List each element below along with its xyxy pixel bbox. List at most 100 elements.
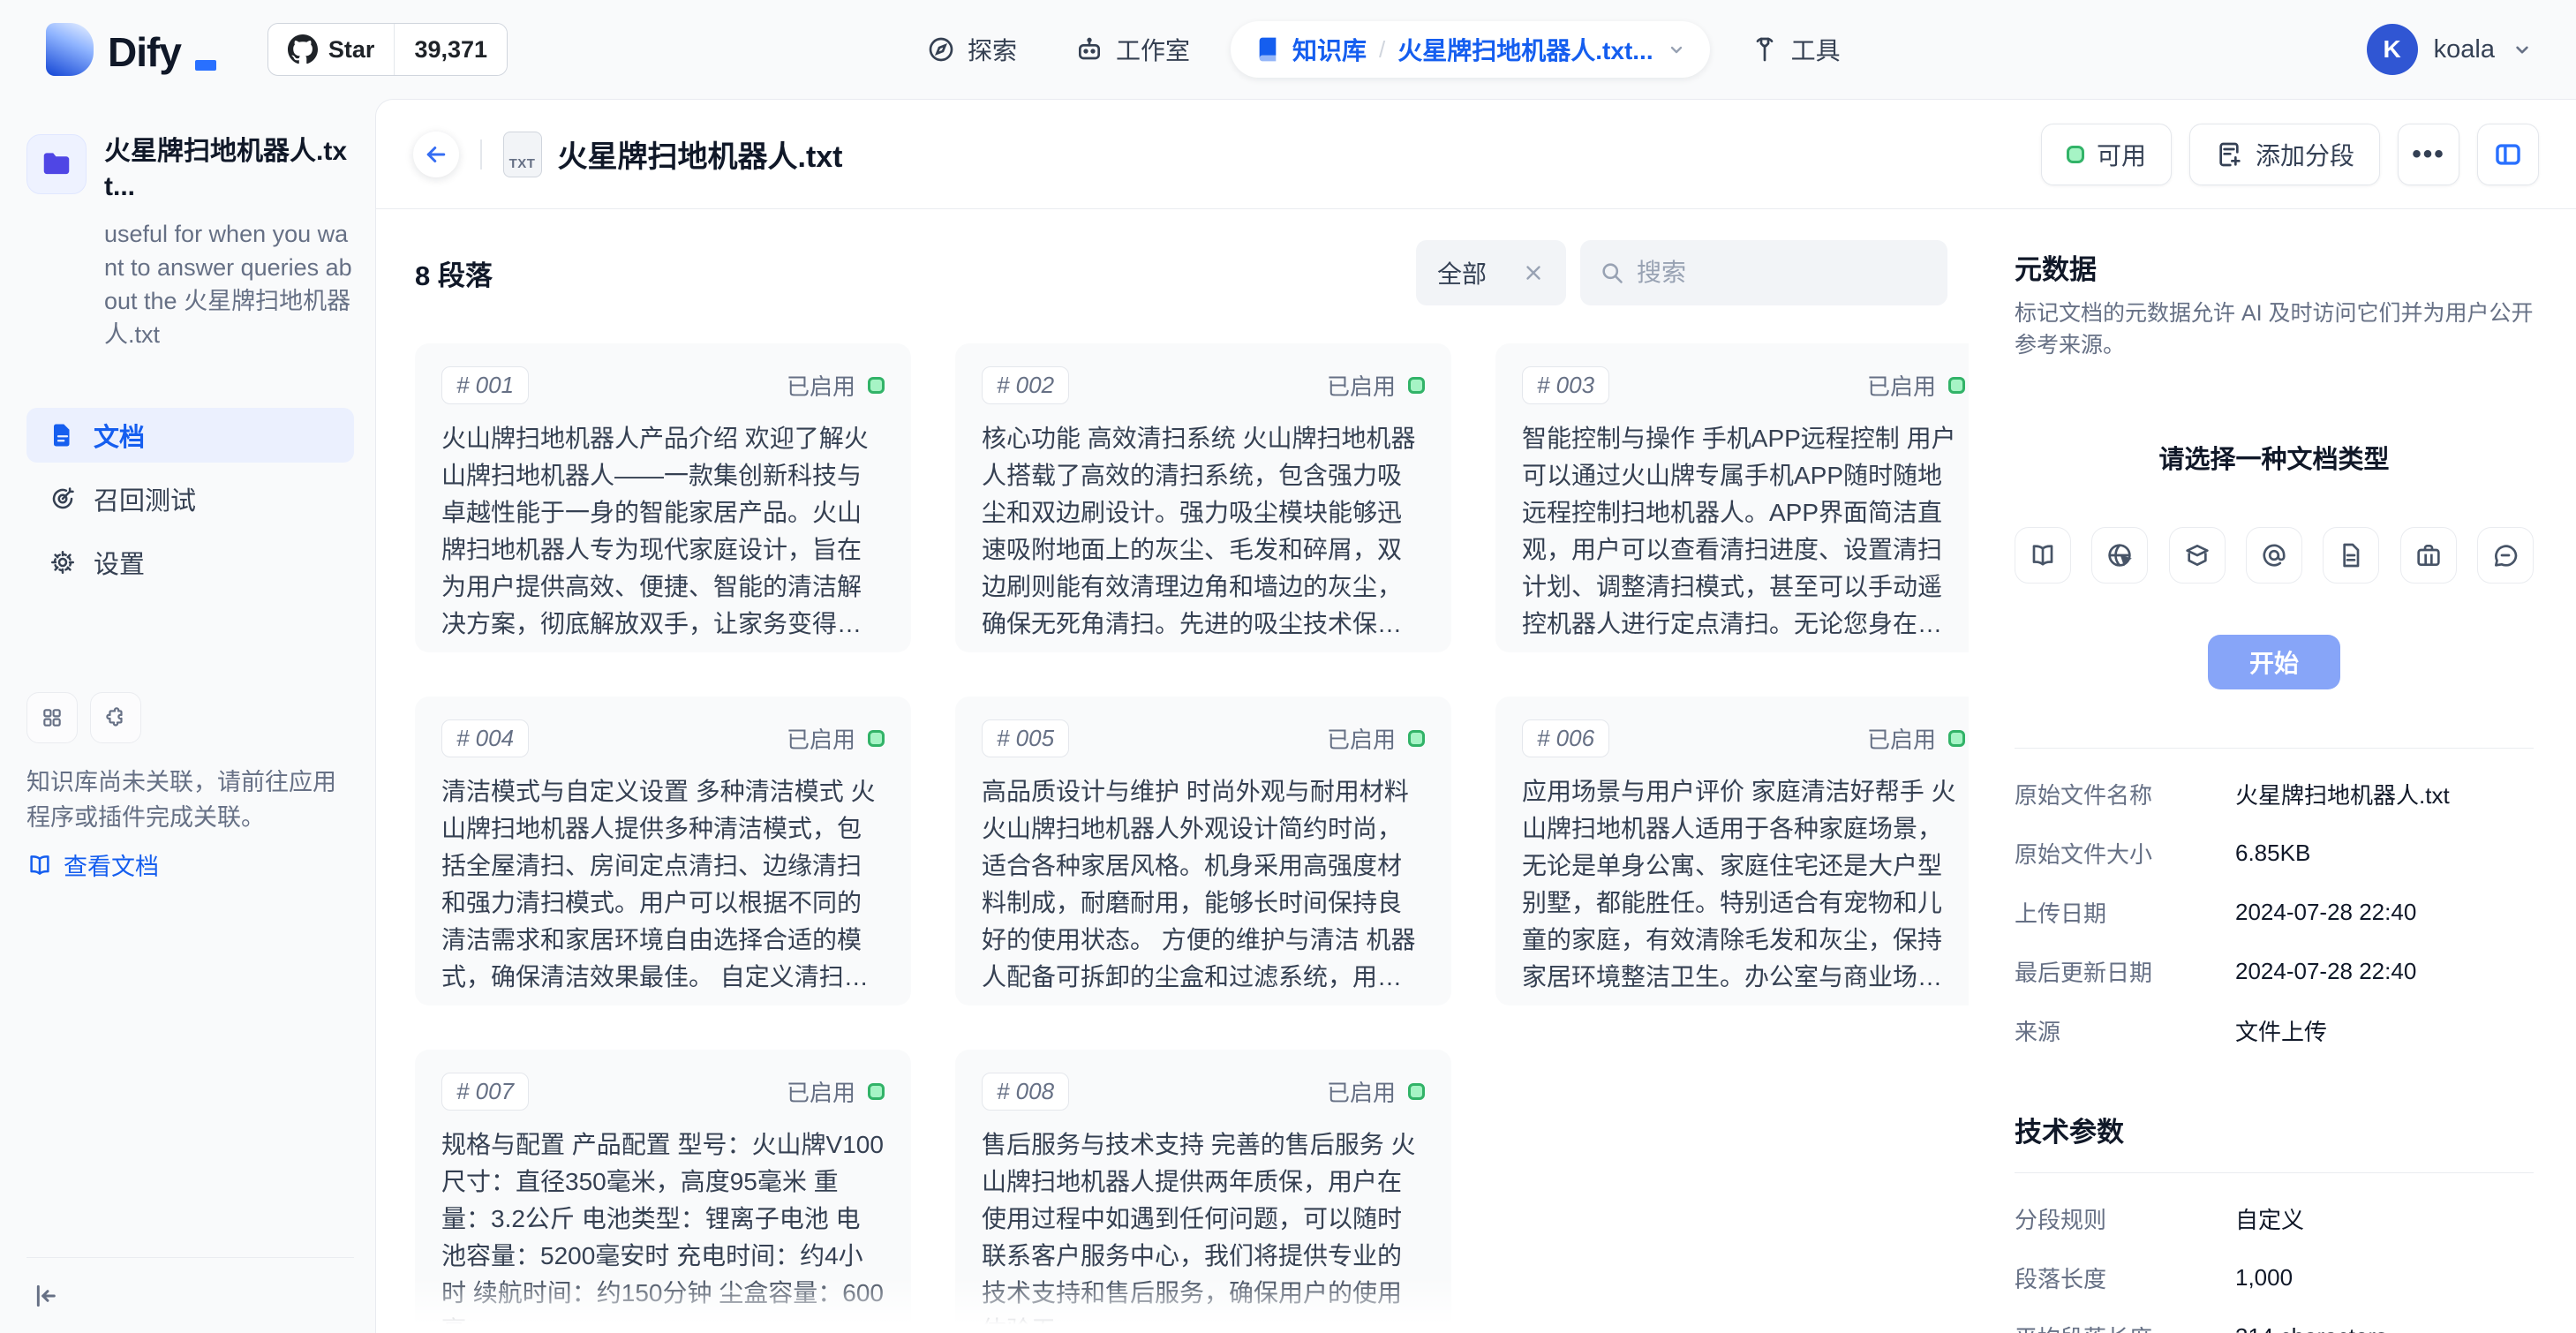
sidebar-item-label: 设置 [94, 544, 145, 581]
doc-type-education-icon[interactable] [2169, 527, 2226, 584]
segment-card-grid: # 001 已启用 火山牌扫地机器人产品介绍 欢迎了解火山牌扫地机器人——一款集… [415, 343, 1992, 1333]
segment-enabled-toggle[interactable] [1948, 730, 1965, 747]
sidebar-item-label: 文档 [94, 417, 145, 454]
clear-filter-icon[interactable] [1522, 261, 1545, 284]
segment-card[interactable]: # 006 已启用 应用场景与用户评价 家庭清洁好帮手 火山牌扫地机器人适用于各… [1495, 697, 1992, 1005]
segment-status-label: 已启用 [1327, 369, 1396, 402]
meta-value: 2024-07-28 22:40 [2235, 899, 2416, 926]
sidebar-nav: 文档 召回测试 设置 [26, 408, 354, 590]
start-button[interactable]: 开始 [2208, 635, 2340, 689]
meta-value: 314 characters [2235, 1323, 2387, 1333]
segment-enabled-toggle[interactable] [1408, 1083, 1425, 1100]
sidebar-item-settings[interactable]: 设置 [26, 535, 354, 590]
robot-icon [1075, 35, 1103, 64]
segment-card[interactable]: # 001 已启用 火山牌扫地机器人产品介绍 欢迎了解火山牌扫地机器人——一款集… [415, 343, 911, 652]
segment-search[interactable] [1580, 240, 1947, 305]
doc-type-book-icon[interactable] [2015, 527, 2071, 584]
meta-value: 1,000 [2235, 1264, 2293, 1292]
avatar: K [2367, 24, 2418, 75]
apps-grid-icon-button[interactable] [26, 692, 78, 743]
status-green-dot [2067, 146, 2084, 163]
user-menu[interactable]: K koala [2367, 24, 2534, 75]
dify-logo-underscore [195, 60, 216, 71]
meta-row-segment-length: 段落长度 1,000 [2015, 1248, 2534, 1307]
doc-type-at-icon[interactable] [2246, 527, 2302, 584]
metadata-panel: 元数据 标记文档的元数据允许 AI 及时访问它们并为用户公开参考来源。 请选择一… [1969, 210, 2576, 1333]
doc-type-briefcase-icon[interactable] [2400, 527, 2457, 584]
segment-enabled-toggle[interactable] [1408, 730, 1425, 747]
dify-logo[interactable]: Dify [46, 23, 216, 76]
status-available-button[interactable]: 可用 [2041, 124, 2172, 185]
segment-number-badge: # 006 [1522, 719, 1609, 757]
meta-row-original-filesize: 原始文件大小 6.85KB [2015, 824, 2534, 883]
explore-icon [927, 35, 955, 64]
sidebar-item-documents[interactable]: 文档 [26, 408, 354, 463]
segment-enabled-toggle[interactable] [1948, 377, 1965, 394]
segment-number-badge: # 008 [982, 1073, 1069, 1111]
doc-type-file-icon[interactable] [2323, 527, 2379, 584]
file-metadata-rows: 原始文件名称 火星牌扫地机器人.txt 原始文件大小 6.85KB 上传日期 2… [2015, 764, 2534, 1060]
segment-card[interactable]: # 005 已启用 高品质设计与维护 时尚外观与耐用材料 火山牌扫地机器人外观设… [955, 697, 1451, 1005]
meta-label: 分段规则 [2015, 1202, 2235, 1235]
segment-enabled-toggle[interactable] [868, 377, 885, 394]
segment-text: 高品质设计与维护 时尚外观与耐用材料 火山牌扫地机器人外观设计简约时尚，适合各种… [982, 773, 1425, 996]
segment-card[interactable]: # 008 已启用 售后服务与技术支持 完善的售后服务 火山牌扫地机器人提供两年… [955, 1050, 1451, 1333]
knowledge-description: useful for when you want to answer queri… [104, 217, 354, 351]
more-actions-button[interactable]: ••• [2398, 124, 2459, 185]
breadcrumb-knowledge-label: 知识库 [1292, 32, 1367, 67]
tools-icon [1751, 35, 1779, 64]
nav-tools-label: 工具 [1791, 32, 1841, 67]
collapse-sidebar-icon[interactable] [26, 1277, 65, 1315]
document-header: TXT 火星牌扫地机器人.txt 可用 添加分段 ••• [376, 100, 2576, 209]
panel-layout-icon [2493, 139, 2523, 169]
segment-status-label: 已启用 [787, 369, 855, 402]
meta-label: 原始文件名称 [2015, 778, 2235, 810]
open-book-icon [26, 852, 53, 878]
plugin-puzzle-icon-button[interactable] [90, 692, 141, 743]
meta-label: 原始文件大小 [2015, 837, 2235, 870]
knowledge-breadcrumb-pill[interactable]: 知识库 / 火星牌扫地机器人.txt... [1231, 21, 1710, 78]
view-docs-link[interactable]: 查看文档 [26, 847, 354, 882]
meta-label: 段落长度 [2015, 1261, 2235, 1294]
segment-text: 应用场景与用户评价 家庭清洁好帮手 火山牌扫地机器人适用于各种家庭场景，无论是单… [1522, 773, 1965, 996]
meta-label: 平均段落长度 [2015, 1321, 2235, 1333]
segment-card[interactable]: # 002 已启用 核心功能 高效清扫系统 火山牌扫地机器人搭载了高效的清扫系统… [955, 343, 1451, 652]
segment-enabled-toggle[interactable] [868, 730, 885, 747]
segment-card[interactable]: # 007 已启用 规格与配置 产品配置 型号：火山牌V100 尺寸：直径350… [415, 1050, 911, 1333]
segment-number-badge: # 007 [441, 1073, 529, 1111]
nav-tools[interactable]: 工具 [1733, 19, 1858, 79]
nav-explore[interactable]: 探索 [909, 19, 1035, 79]
header-separator [480, 139, 482, 169]
metadata-divider [2015, 748, 2534, 749]
breadcrumb-document[interactable]: 火星牌扫地机器人.txt... [1397, 32, 1653, 67]
add-segment-button[interactable]: 添加分段 [2189, 124, 2380, 185]
gear-icon [49, 549, 76, 576]
segment-count-heading: 8 段落 [415, 253, 493, 293]
breadcrumb-knowledge[interactable]: 知识库 [1254, 32, 1367, 67]
doc-type-globe-icon[interactable] [2091, 527, 2148, 584]
github-star-count: 39,371 [394, 24, 507, 75]
segment-enabled-toggle[interactable] [868, 1083, 885, 1100]
target-icon [49, 486, 76, 512]
metadata-description: 标记文档的元数据允许 AI 及时访问它们并为用户公开参考来源。 [2015, 297, 2534, 361]
segment-card[interactable]: # 003 已启用 智能控制与操作 手机APP远程控制 用户可以通过火山牌专属手… [1495, 343, 1992, 652]
github-star-widget[interactable]: Star 39,371 [267, 23, 508, 76]
segment-status-label: 已启用 [1867, 369, 1936, 402]
nav-studio[interactable]: 工作室 [1058, 19, 1208, 79]
segment-enabled-toggle[interactable] [1408, 377, 1425, 394]
back-button[interactable] [413, 132, 459, 177]
doc-type-chat-icon[interactable] [2477, 527, 2534, 584]
search-input[interactable] [1637, 259, 1928, 287]
toggle-metadata-panel-button[interactable] [2477, 124, 2539, 185]
segment-card[interactable]: # 004 已启用 清洁模式与自定义设置 多种清洁模式 火山牌扫地机器人提供多种… [415, 697, 911, 1005]
status-filter-dropdown[interactable]: 全部 [1416, 240, 1566, 305]
dify-logo-text: Dify [108, 32, 181, 76]
meta-row-avg-segment-length: 平均段落长度 314 characters [2015, 1307, 2534, 1333]
top-nav: 探索 工作室 知识库 / 火星牌扫地机器人.txt... [909, 0, 1858, 99]
tech-params-title: 技术参数 [2015, 1110, 2534, 1149]
sidebar-item-retrieval-test[interactable]: 召回测试 [26, 471, 354, 526]
segment-text: 售后服务与技术支持 完善的售后服务 火山牌扫地机器人提供两年质保，用户在使用过程… [982, 1126, 1425, 1333]
meta-row-last-update: 最后更新日期 2024-07-28 22:40 [2015, 942, 2534, 1001]
segment-text: 核心功能 高效清扫系统 火山牌扫地机器人搭载了高效的清扫系统，包含强力吸尘和双边… [982, 420, 1425, 643]
meta-row-source: 来源 文件上传 [2015, 1001, 2534, 1060]
